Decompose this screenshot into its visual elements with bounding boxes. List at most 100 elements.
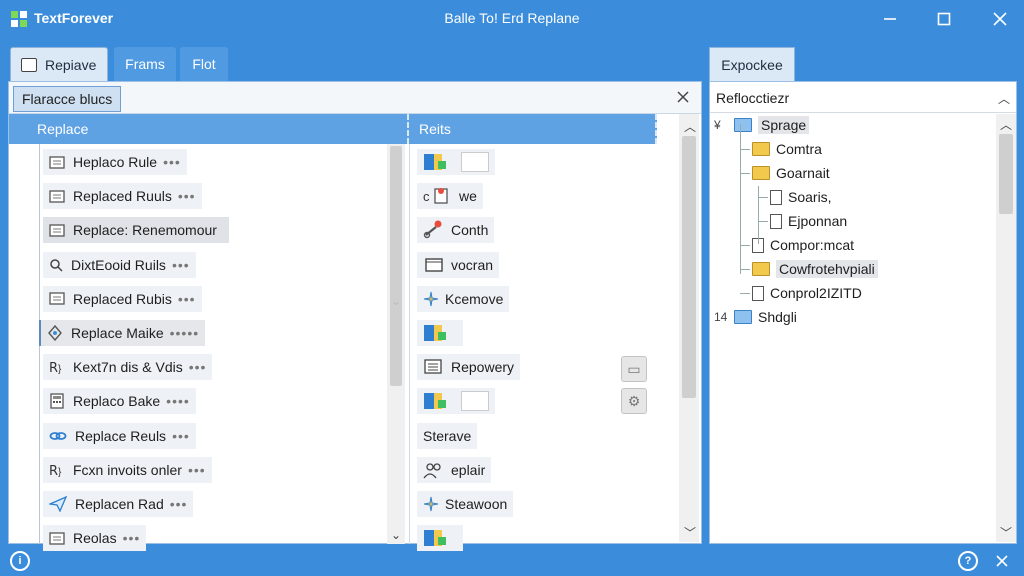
tree-node[interactable]: Compor:mcat <box>752 234 854 256</box>
result-chip[interactable]: eplair <box>417 456 492 483</box>
result-label: Steawoon <box>445 496 508 512</box>
result-row[interactable] <box>417 387 495 415</box>
tree-node[interactable]: Conprol2IZITD <box>752 282 862 304</box>
tree-node[interactable]: Ejponnan <box>770 210 847 232</box>
info-icon[interactable]: i <box>10 551 30 571</box>
result-chip[interactable]: Conth <box>417 217 495 244</box>
result-row[interactable]: Kcemove <box>417 285 510 313</box>
result-chip[interactable] <box>417 320 463 346</box>
rule-row[interactable]: R} Fcxn invoits onler ••• <box>43 456 212 484</box>
tab-explorer[interactable]: Expockee <box>709 47 795 81</box>
rule-more-dots[interactable]: ••• <box>172 428 190 444</box>
rule-more-dots[interactable]: ••• <box>189 359 207 375</box>
rule-chip[interactable]: R} Fcxn invoits onler ••• <box>43 456 212 483</box>
tab-replace[interactable]: Repiave <box>10 47 108 81</box>
chevron-up-icon[interactable]: ︿ <box>998 90 1010 107</box>
result-chip[interactable]: Sterave <box>417 422 478 449</box>
results-scrollbar-thumb[interactable] <box>682 136 696 398</box>
chevron-up-icon[interactable]: ︿ <box>1000 116 1012 133</box>
settings-box-icon[interactable]: ⚙ <box>621 388 647 414</box>
result-chip[interactable]: vocran <box>417 251 500 278</box>
rule-row[interactable]: Replaced Rubis ••• <box>43 285 202 313</box>
rule-more-dots[interactable]: ••••• <box>170 325 200 341</box>
pane-close-button[interactable] <box>677 87 689 108</box>
tree-node[interactable]: 14 Shdgli <box>714 306 797 328</box>
tab-flot[interactable]: Flot <box>180 47 228 81</box>
rule-chip[interactable]: Replace Reuls ••• <box>43 422 196 449</box>
rule-chip[interactable]: Replace Maike ••••• <box>39 320 206 346</box>
close-icon <box>993 12 1007 26</box>
chevron-down-icon[interactable]: ⌄ <box>391 294 401 308</box>
rule-more-dots[interactable]: ••• <box>163 154 181 170</box>
rule-row[interactable]: R} Kext7n dis & Vdis ••• <box>43 353 213 381</box>
result-chip[interactable]: Kcemove <box>417 285 510 312</box>
rule-chip[interactable]: R} Kext7n dis & Vdis ••• <box>43 354 213 381</box>
rule-chip[interactable]: Replaced Ruuls ••• <box>43 183 202 210</box>
minimize-button[interactable] <box>870 6 910 32</box>
rule-row[interactable]: Replaco Bake •••• <box>43 387 196 415</box>
rule-row[interactable]: Replacen Rad ••• <box>43 490 194 518</box>
rule-more-dots[interactable]: ••• <box>172 257 190 273</box>
close-button[interactable] <box>980 6 1020 32</box>
rule-more-dots[interactable]: ••• <box>178 291 196 307</box>
chevron-up-icon[interactable]: ︿ <box>684 118 696 135</box>
result-row[interactable]: eplair <box>417 456 492 484</box>
result-row[interactable]: c we <box>417 182 483 210</box>
tree-node[interactable]: Comtra <box>752 138 822 160</box>
maximize-icon <box>937 12 951 26</box>
rule-more-dots[interactable]: ••• <box>178 188 196 204</box>
rules-filter-chip[interactable]: Flaracce blucs <box>13 86 122 112</box>
chevron-down-icon[interactable]: ﹀ <box>1000 524 1012 541</box>
rule-row[interactable]: DixtEooid Ruils ••• <box>43 251 196 279</box>
column-header-replace[interactable]: Replace <box>9 114 409 144</box>
tree-expander[interactable]: 14 <box>714 310 727 324</box>
tree-expander[interactable]: ¥ <box>714 118 721 132</box>
tree-node[interactable]: Goarnait <box>752 162 830 184</box>
rule-chip[interactable]: Replaced Rubis ••• <box>43 285 202 312</box>
rule-row[interactable]: Replace Reuls ••• <box>43 422 196 450</box>
result-chip[interactable]: Steawoon <box>417 491 514 517</box>
tree-node-label: Conprol2IZITD <box>770 285 862 301</box>
folder-box-icon[interactable]: ▭ <box>621 356 647 382</box>
rule-chip[interactable]: Heplaco Rule ••• <box>43 149 187 175</box>
tree-node[interactable]: Cowfrotehvpiali <box>752 258 878 280</box>
rules-scrollbar-thumb[interactable] <box>390 146 402 386</box>
result-chip[interactable] <box>417 388 495 415</box>
tree-node-label: Shdgli <box>758 309 797 325</box>
help-icon[interactable]: ? <box>958 551 978 571</box>
result-row[interactable]: Sterave <box>417 422 478 450</box>
rule-row[interactable]: Replace Maike ••••• <box>39 319 206 347</box>
result-chip[interactable] <box>417 149 495 175</box>
result-row[interactable] <box>417 148 495 176</box>
maximize-button[interactable] <box>924 6 964 32</box>
rule-row[interactable]: Replace: Renemomour <box>43 216 229 244</box>
explorer-scrollbar-thumb[interactable] <box>999 134 1013 214</box>
chevron-down-icon[interactable]: ⌄ <box>391 528 401 542</box>
result-row[interactable]: vocran <box>417 251 500 279</box>
column-header-results[interactable]: Reits <box>409 114 657 144</box>
tab-frams[interactable]: Frams <box>114 47 176 81</box>
rule-chip[interactable]: DixtEooid Ruils ••• <box>43 251 196 278</box>
result-row[interactable]: Conth <box>417 216 495 244</box>
result-row[interactable]: Steawoon <box>417 490 514 518</box>
tree-node[interactable]: ¥ Sprage <box>714 114 810 136</box>
rule-row[interactable]: Replaced Ruuls ••• <box>43 182 202 210</box>
result-row[interactable]: Repowery <box>417 353 521 381</box>
status-close-button[interactable] <box>982 548 1022 574</box>
rule-chip[interactable]: Replacen Rad ••• <box>43 491 194 517</box>
result-chip[interactable]: Repowery <box>417 354 521 381</box>
rule-more-dots[interactable]: ••• <box>188 462 206 478</box>
svg-text:R: R <box>49 361 58 374</box>
rule-chip[interactable]: Replace: Renemomour <box>43 217 229 244</box>
rule-more-dots[interactable]: ••• <box>170 496 188 512</box>
folder-color-icon <box>423 151 451 173</box>
rule-more-dots[interactable]: •••• <box>166 393 190 409</box>
rule-chip[interactable]: Replaco Bake •••• <box>43 388 196 415</box>
rule-row[interactable]: Heplaco Rule ••• <box>43 148 187 176</box>
chevron-down-icon[interactable]: ﹀ <box>684 524 696 541</box>
rule-more-dots[interactable]: ••• <box>123 530 141 546</box>
tree-node[interactable]: Soaris, <box>770 186 832 208</box>
result-row[interactable] <box>417 319 463 347</box>
folder-icon <box>734 118 752 132</box>
result-chip[interactable]: c we <box>417 183 483 210</box>
